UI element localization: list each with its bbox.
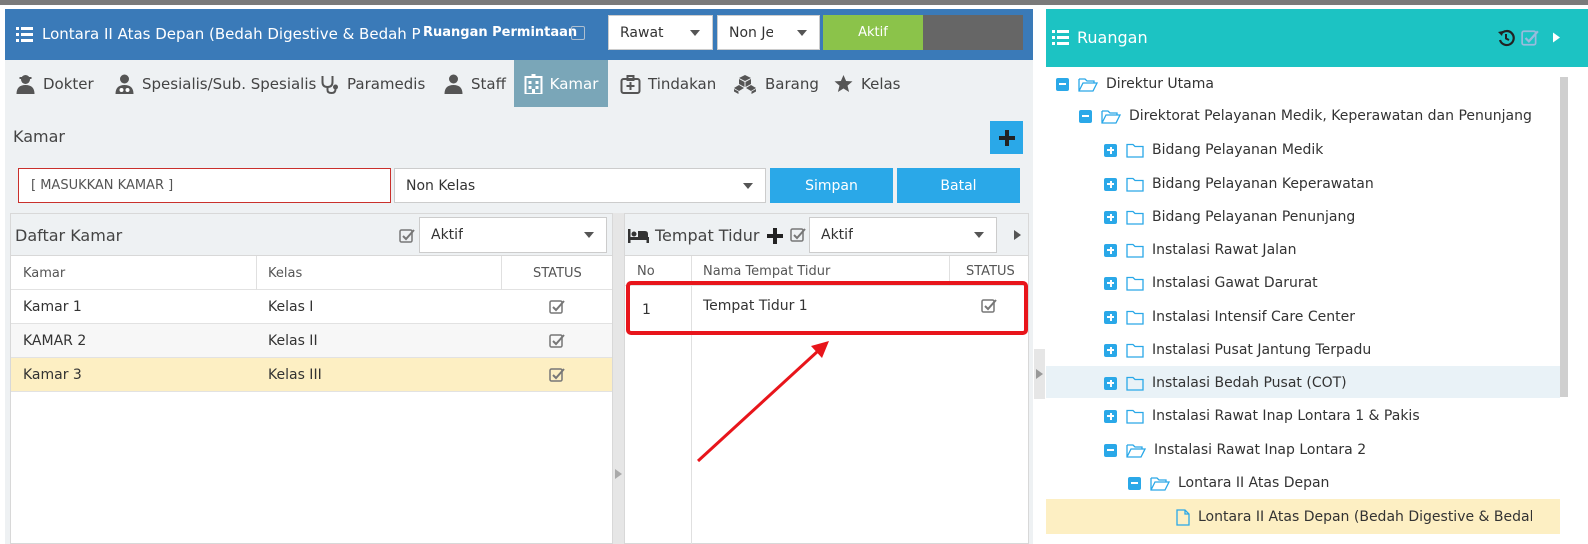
tree-item-label: Direktur Utama xyxy=(1106,76,1214,92)
chevron-right-icon xyxy=(1036,369,1043,379)
tree-item[interactable]: Instalasi Rawat Inap Lontara 2 xyxy=(1104,439,1366,461)
expand-icon[interactable] xyxy=(1104,276,1117,290)
tree-item-label: Instalasi Intensif Care Center xyxy=(1152,309,1355,325)
main-side-splitter[interactable] xyxy=(1034,349,1045,399)
tree-item-label: Instalasi Rawat Jalan xyxy=(1152,242,1297,258)
folder-open-icon xyxy=(1078,77,1098,92)
check-square-icon[interactable] xyxy=(1521,29,1539,47)
tree-item-label: Instalasi Bedah Pusat (COT) xyxy=(1152,375,1347,391)
folder-icon xyxy=(1126,276,1144,291)
history-icon[interactable] xyxy=(1497,29,1515,47)
tree-item[interactable]: Instalasi Rawat Inap Lontara 1 & Pakis xyxy=(1104,405,1420,427)
tree-item-label: Instalasi Rawat Inap Lontara 2 xyxy=(1154,442,1367,458)
chevron-right-icon[interactable] xyxy=(1553,32,1560,43)
folder-open-icon xyxy=(1150,476,1170,491)
tree-item-label: Direktorat Pelayanan Medik, Keperawatan … xyxy=(1129,108,1532,124)
collapse-icon[interactable] xyxy=(1056,77,1069,91)
expand-icon[interactable] xyxy=(1104,177,1117,191)
ruangan-header: Ruangan xyxy=(1046,9,1588,67)
collapse-icon[interactable] xyxy=(1079,109,1092,123)
tree-item-label: Bidang Pelayanan Penunjang xyxy=(1152,209,1356,225)
folder-open-icon xyxy=(1101,109,1121,124)
annotation-arrow xyxy=(696,349,820,463)
tree-item[interactable]: Direktorat Pelayanan Medik, Keperawatan … xyxy=(1079,105,1532,127)
expand-icon[interactable] xyxy=(1104,376,1117,390)
tree-item-label: Lontara II Atas Depan xyxy=(1178,475,1330,491)
folder-icon xyxy=(1126,243,1144,258)
tree-item[interactable]: Instalasi Gawat Darurat xyxy=(1104,272,1318,294)
folder-icon xyxy=(1126,310,1144,325)
expand-icon[interactable] xyxy=(1104,409,1117,423)
list-icon xyxy=(1052,30,1069,45)
folder-icon xyxy=(1126,143,1144,158)
highlight-box xyxy=(626,281,1028,335)
tree-item[interactable]: Instalasi Intensif Care Center xyxy=(1104,306,1355,328)
tree-item[interactable]: Instalasi Pusat Jantung Terpadu xyxy=(1104,339,1371,361)
folder-open-icon xyxy=(1126,443,1146,458)
expand-icon[interactable] xyxy=(1104,343,1117,357)
tree-item-label: Instalasi Gawat Darurat xyxy=(1152,275,1318,291)
folder-icon xyxy=(1126,376,1144,391)
ruangan-title: Ruangan xyxy=(1077,28,1148,47)
expand-icon[interactable] xyxy=(1104,143,1117,157)
tree-item[interactable]: Lontara II Atas Depan (Bedah Digestive &… xyxy=(1176,506,1532,528)
expand-icon[interactable] xyxy=(1104,210,1117,224)
folder-icon xyxy=(1126,409,1144,424)
tree-item[interactable]: Bidang Pelayanan Keperawatan xyxy=(1104,173,1374,195)
tree-item[interactable]: Instalasi Rawat Jalan xyxy=(1104,239,1296,261)
file-icon xyxy=(1176,508,1190,526)
tree-item[interactable]: Direktur Utama xyxy=(1056,73,1214,95)
collapse-icon[interactable] xyxy=(1128,476,1141,490)
tree-item-label: Instalasi Rawat Inap Lontara 1 & Pakis xyxy=(1152,408,1420,424)
expand-icon[interactable] xyxy=(1104,243,1117,257)
folder-icon xyxy=(1126,343,1144,358)
tree-item[interactable]: Lontara II Atas Depan xyxy=(1128,472,1329,494)
collapse-icon[interactable] xyxy=(1104,443,1117,457)
tree-item[interactable]: Bidang Pelayanan Penunjang xyxy=(1104,206,1355,228)
scrollbar[interactable] xyxy=(1560,77,1568,397)
tree-item-label: Bidang Pelayanan Keperawatan xyxy=(1152,176,1374,192)
folder-icon xyxy=(1126,210,1144,225)
tree-item-label: Lontara II Atas Depan (Bedah Digestive &… xyxy=(1198,509,1532,525)
tree-item[interactable]: Bidang Pelayanan Medik xyxy=(1104,139,1323,161)
tree-item[interactable]: Instalasi Bedah Pusat (COT) xyxy=(1104,372,1347,394)
ruangan-panel: Ruangan Direktur Utama Direktorat Pelayan… xyxy=(1046,9,1588,544)
folder-icon xyxy=(1126,177,1144,192)
tree-item-label: Instalasi Pusat Jantung Terpadu xyxy=(1152,342,1372,358)
tree-item-label: Bidang Pelayanan Medik xyxy=(1152,142,1324,158)
expand-icon[interactable] xyxy=(1104,310,1117,324)
